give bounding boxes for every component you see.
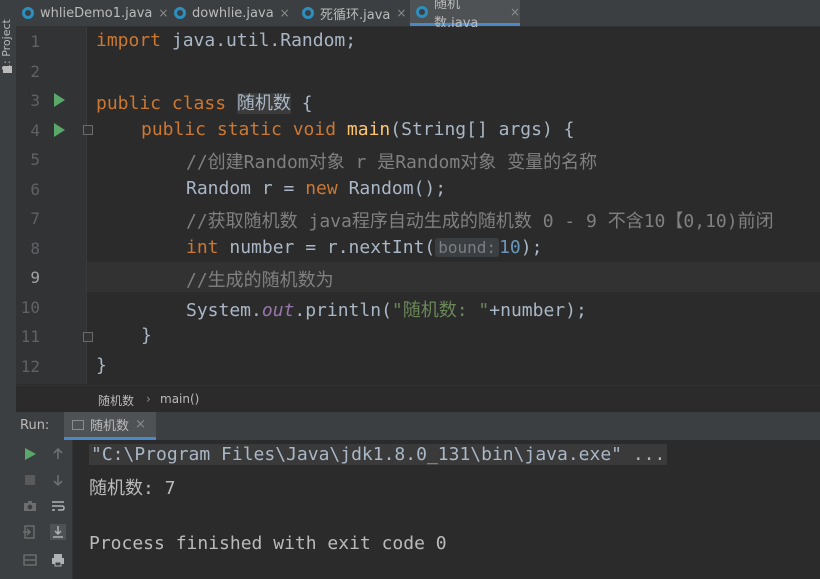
line-number: 4 xyxy=(30,121,40,140)
keyword: class xyxy=(161,93,237,114)
run-tab[interactable]: 随机数 × xyxy=(64,412,156,440)
tab-suijishu[interactable]: 随机数.java × xyxy=(410,0,520,31)
code-text: Random(); xyxy=(337,178,447,199)
line-number: 1 xyxy=(30,32,40,51)
keyword: new xyxy=(305,178,338,199)
scroll-to-end-icon[interactable] xyxy=(50,524,66,540)
run-toolbar xyxy=(16,440,73,579)
code-line: public class 随机数 { xyxy=(96,89,313,115)
code-text: System. xyxy=(186,300,262,321)
soft-wrap-icon[interactable] xyxy=(50,498,66,514)
java-class-icon xyxy=(22,7,34,19)
java-class-icon xyxy=(174,7,186,19)
field-name: out xyxy=(261,300,295,321)
line-number: 5 xyxy=(30,150,40,169)
line-number: 3 xyxy=(30,91,40,110)
code-text: (String[] args) { xyxy=(390,119,575,140)
code-comment: //获取随机数 java程序自动生成的随机数 0 - 9 不含10【0,10)前… xyxy=(186,211,774,232)
method-name: main xyxy=(336,119,391,140)
close-icon[interactable]: × xyxy=(510,5,520,19)
breadcrumb-method[interactable]: main() xyxy=(160,392,199,406)
code-line: } xyxy=(96,355,107,376)
line-number: 11 xyxy=(20,327,40,346)
run-tab-label: 随机数 xyxy=(90,419,130,434)
editor-tab-bar: whlieDemo1.java × dowhlie.java × 死循环.jav… xyxy=(16,0,820,31)
code-text: +number); xyxy=(489,300,587,321)
console-line: Process finished with exit code 0 xyxy=(89,533,447,554)
line-number: 8 xyxy=(30,239,40,258)
tab-whliedemo1[interactable]: whlieDemo1.java × xyxy=(16,0,168,26)
code-comment: //创建Random对象 r 是Random对象 变量的名称 xyxy=(186,152,598,173)
line-number: 6 xyxy=(30,180,40,199)
fold-icon[interactable] xyxy=(83,125,93,135)
console-output[interactable]: "C:\Program Files\Java\jdk1.8.0_131\bin\… xyxy=(73,440,820,579)
run-panel-header: Run: 随机数 × xyxy=(16,411,820,441)
project-tool-strip: 1: Project xyxy=(0,0,17,579)
tab-label: whlieDemo1.java xyxy=(40,5,153,21)
code-line: Random r = new Random(); xyxy=(186,178,446,199)
arrow-down-icon[interactable] xyxy=(50,472,66,488)
breadcrumb-separator: › xyxy=(146,392,151,406)
code-text: ); xyxy=(520,237,543,258)
line-number: 2 xyxy=(30,62,40,81)
tab-label: 死循环.java xyxy=(320,7,391,23)
breadcrumb-class[interactable]: 随机数 xyxy=(98,392,134,409)
code-line: public static void main(String[] args) { xyxy=(141,119,575,140)
tab-dowhlie[interactable]: dowhlie.java × xyxy=(168,0,292,26)
breadcrumb: 随机数 › main() xyxy=(16,385,820,411)
keyword: public xyxy=(96,93,162,114)
keyword: public static void xyxy=(141,119,337,140)
close-icon[interactable]: × xyxy=(158,6,168,20)
rerun-icon[interactable] xyxy=(22,446,38,462)
java-class-icon xyxy=(416,5,428,18)
console-command[interactable]: "C:\Program Files\Java\jdk1.8.0_131\bin\… xyxy=(89,444,668,465)
code-line: int number = r.nextInt(bound: 10); xyxy=(186,237,542,258)
editor-gutter: 1 2 3 4 5 6 7 8 9 10 11 12 xyxy=(16,27,93,384)
arrow-up-icon[interactable] xyxy=(50,446,66,462)
code-text: { xyxy=(290,93,313,114)
string-literal: "随机数: " xyxy=(391,300,490,321)
line-number: 10 xyxy=(20,298,40,317)
java-class-icon xyxy=(302,7,314,19)
code-text: number = r.nextInt( xyxy=(218,237,436,258)
close-icon[interactable]: × xyxy=(280,6,290,20)
close-icon[interactable]: × xyxy=(396,6,406,20)
close-icon[interactable]: × xyxy=(135,417,146,432)
code-line: } xyxy=(141,325,152,346)
stop-icon[interactable] xyxy=(22,472,38,488)
run-class-icon[interactable] xyxy=(54,93,65,107)
code-line: import java.util.Random; xyxy=(96,30,356,51)
line-number: 9 xyxy=(30,268,40,287)
run-main-icon[interactable] xyxy=(54,123,65,137)
code-editor[interactable]: 1 2 3 4 5 6 7 8 9 10 11 12 import java.u… xyxy=(16,27,820,384)
code-line: System.out.println("随机数: "+number); xyxy=(186,296,587,322)
tab-sixunhuan[interactable]: 死循环.java × xyxy=(296,0,408,26)
console-line: 随机数: 7 xyxy=(89,478,176,499)
camera-icon[interactable] xyxy=(22,498,38,514)
parameter-hint: bound: xyxy=(435,238,500,257)
exit-icon[interactable] xyxy=(22,524,38,540)
tab-label: dowhlie.java xyxy=(192,5,274,21)
console-line: "C:\Program Files\Java\jdk1.8.0_131\bin\… xyxy=(89,444,668,465)
run-config-icon xyxy=(72,419,84,430)
layout-icon[interactable] xyxy=(22,552,38,568)
run-label: Run: xyxy=(20,418,50,433)
code-text: .println( xyxy=(294,300,392,321)
keyword: int xyxy=(186,237,219,258)
tab-label: 随机数.java xyxy=(434,0,479,31)
print-icon[interactable] xyxy=(50,552,66,568)
keyword: import xyxy=(96,30,162,51)
line-number: 7 xyxy=(30,209,40,228)
number-literal: 10 xyxy=(499,237,521,258)
code-text: Random r = xyxy=(186,178,306,199)
code-comment: //生成的随机数为 xyxy=(186,270,334,291)
class-name: 随机数 xyxy=(236,93,291,114)
code-text: java.util.Random; xyxy=(161,30,357,51)
line-number: 12 xyxy=(20,357,40,376)
fold-icon[interactable] xyxy=(83,332,93,342)
folder-icon xyxy=(3,66,12,73)
